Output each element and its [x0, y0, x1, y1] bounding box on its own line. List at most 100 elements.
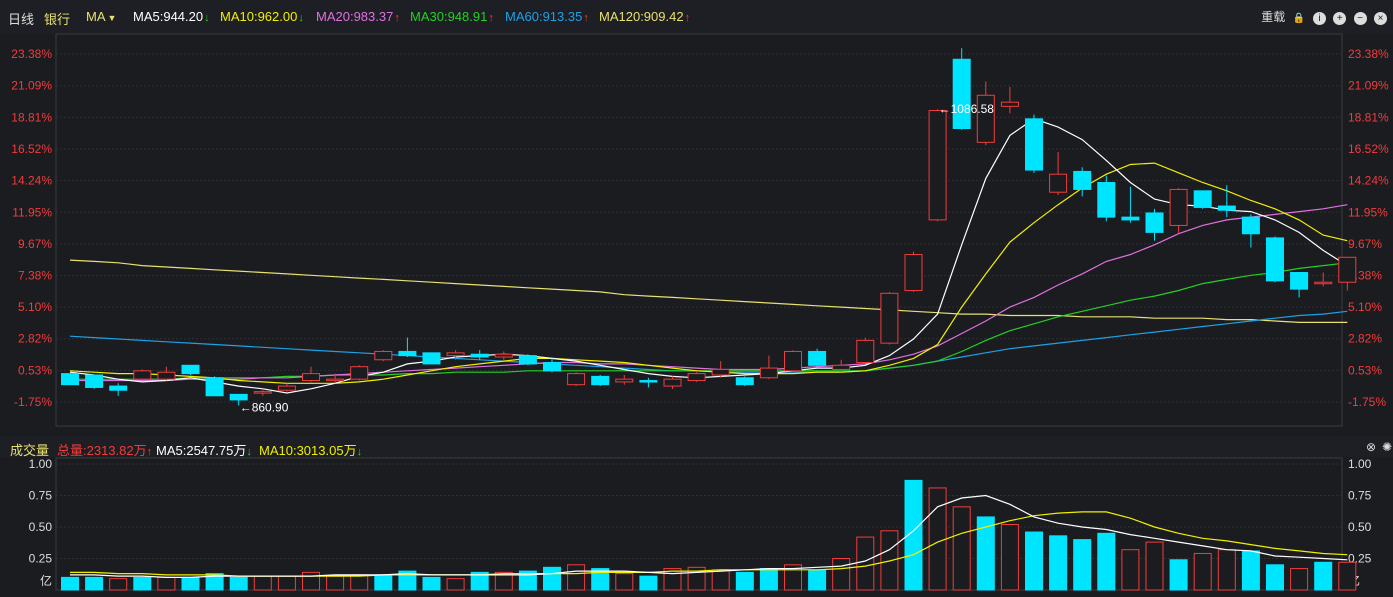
candle-body — [711, 368, 730, 376]
price-tick-label-right: 5.10% — [1348, 300, 1382, 314]
ma120-line — [69, 259, 1348, 323]
volume-bar — [422, 576, 441, 591]
volume-bar — [229, 576, 248, 591]
candle-body — [759, 367, 778, 379]
candle-body — [880, 292, 899, 344]
volume-bar — [759, 568, 778, 591]
volume-bar — [639, 575, 658, 591]
volume-bar — [302, 571, 320, 591]
candle-body — [952, 58, 971, 130]
volume-bar — [1145, 541, 1164, 591]
candle-body — [567, 373, 586, 386]
volume-bar — [711, 569, 730, 591]
candle-body — [494, 353, 513, 358]
candle-body — [808, 350, 827, 366]
ma60-line — [69, 310, 1348, 373]
price-tick-label-left: 16.52% — [11, 142, 52, 156]
candle-body — [1121, 216, 1140, 221]
volume-bar — [832, 558, 851, 591]
volume-bar — [326, 575, 345, 591]
candle-body — [277, 385, 296, 391]
price-tick-label-left: -1.75% — [14, 395, 52, 409]
volume-bar — [253, 575, 272, 591]
candle-body — [181, 364, 200, 375]
volume-tick-label-right: 0.50 — [1348, 520, 1372, 534]
volume-bar — [374, 574, 393, 591]
volume-bar — [591, 568, 610, 591]
price-annotation: ←1086.58 — [939, 102, 995, 116]
volume-bar — [735, 571, 754, 591]
volume-bar — [157, 576, 176, 591]
candle-body — [157, 371, 176, 380]
candle-body — [133, 370, 152, 380]
ma10-line — [69, 162, 1348, 384]
volume-bar — [109, 578, 128, 591]
volume-tick-label-right: 0.75 — [1348, 489, 1372, 503]
volume-tick-label-left: 0.75 — [29, 489, 53, 503]
price-tick-label-left: 2.82% — [18, 332, 52, 346]
volume-bar — [277, 575, 296, 591]
volume-bar — [952, 506, 971, 591]
volume-bar — [1314, 561, 1333, 591]
price-tick-label-left: 11.95% — [12, 205, 52, 219]
candle-body — [446, 352, 465, 357]
volume-bar — [1241, 550, 1260, 591]
volume-bar — [808, 569, 827, 591]
candle-body — [1266, 237, 1284, 282]
volume-bar — [85, 576, 104, 591]
candle-body — [470, 353, 489, 358]
candle-body — [543, 362, 561, 372]
candle-body — [615, 378, 634, 383]
candle-body — [1049, 173, 1068, 193]
candle-body — [1241, 216, 1260, 235]
price-tick-label-right: 11.95% — [1348, 205, 1388, 219]
ma5-line — [69, 118, 1348, 394]
volume-tick-label-right: 1.00 — [1348, 457, 1372, 471]
candle-body — [856, 339, 875, 364]
volume-bar — [1193, 552, 1212, 591]
candle-body — [302, 373, 320, 382]
price-tick-label-right: 16.52% — [1348, 142, 1389, 156]
ma30-line — [70, 262, 1348, 380]
candle-body — [1073, 170, 1092, 190]
candle-body — [61, 373, 79, 386]
candle-body — [422, 352, 441, 365]
volume-bar — [543, 566, 561, 591]
price-tick-label-right: 23.38% — [1348, 47, 1389, 61]
candle-body — [374, 350, 393, 361]
price-tick-label-right: 9.67% — [1348, 237, 1382, 251]
volume-tick-label-left: 0.25 — [29, 552, 53, 566]
candle-body — [928, 109, 947, 221]
price-tick-label-right: -1.75% — [1348, 395, 1386, 409]
price-tick-label-left: 0.53% — [18, 363, 52, 377]
price-annotation: ←860.90 — [240, 400, 289, 414]
candle-body — [518, 355, 537, 365]
candle-body — [350, 366, 369, 380]
candle-body — [1000, 101, 1019, 107]
volume-bar — [181, 576, 200, 591]
volume-bar — [61, 576, 79, 591]
volume-bar — [928, 487, 947, 591]
candle-body — [398, 350, 417, 357]
volume-bar — [1266, 564, 1284, 591]
candle-body — [253, 391, 272, 394]
volume-bar — [133, 576, 152, 591]
price-tick-label-left: 14.24% — [11, 174, 52, 188]
price-tick-label-left: 21.09% — [11, 79, 52, 93]
candle-body — [1097, 182, 1116, 218]
volume-tick-label-left: 0.50 — [29, 520, 53, 534]
candle-body — [1217, 205, 1236, 211]
volume-bar — [1121, 549, 1140, 591]
volume-bar — [1073, 539, 1092, 591]
volume-bar — [350, 574, 369, 591]
kline-chart: 23.38% 23.38% 21.09% 21.09% 18.81% 18.81% 16.5… — [11, 33, 1389, 591]
price-tick-label-left: 9.67% — [18, 237, 52, 251]
price-tick-label-right: 0.53% — [1348, 363, 1382, 377]
volume-tick-label-left: 1.00 — [29, 457, 53, 471]
candle-body — [663, 378, 682, 387]
candle-body — [591, 375, 610, 386]
volume-bar — [1338, 561, 1357, 591]
volume-bar — [1025, 531, 1043, 591]
candle-body — [1290, 272, 1309, 290]
candle-body — [904, 254, 923, 292]
